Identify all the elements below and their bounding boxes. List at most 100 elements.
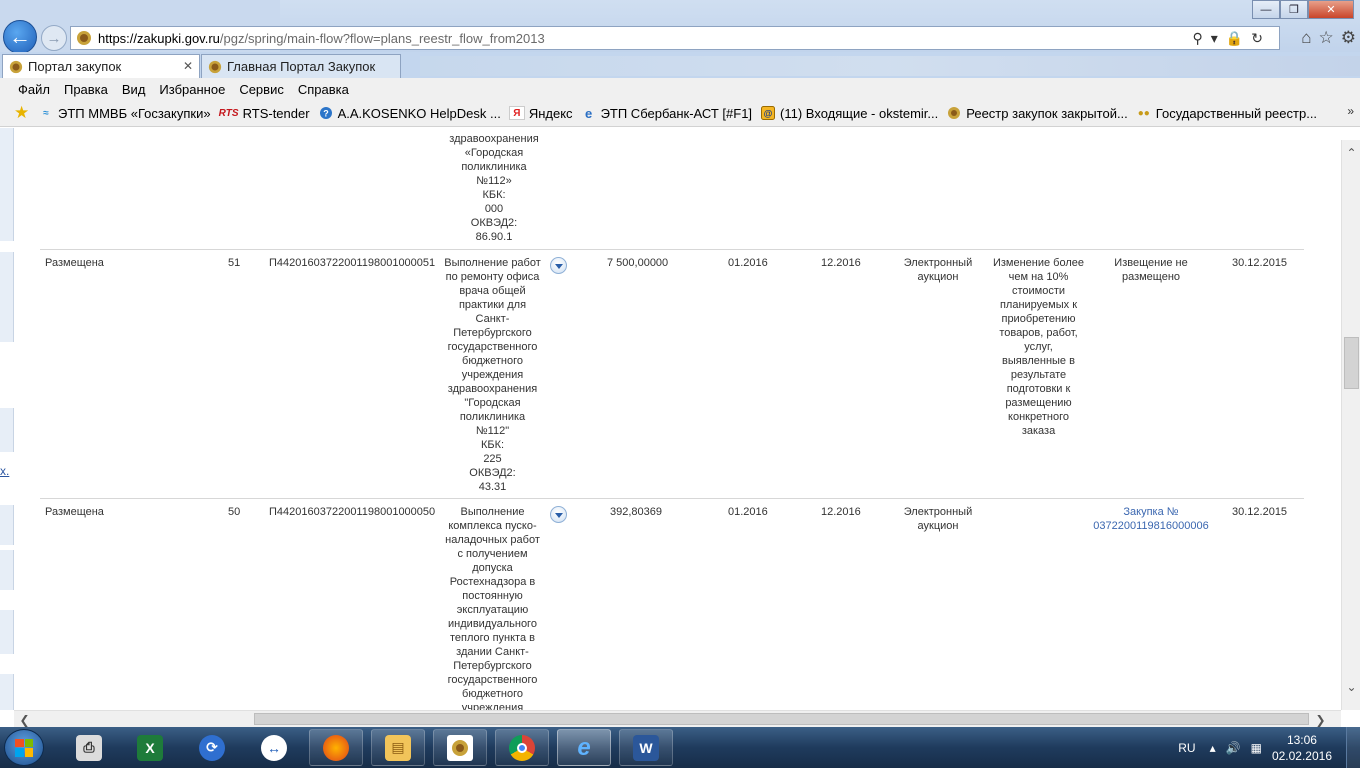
method-cell: Электронный аукцион [903, 257, 973, 283]
menu-view[interactable]: Вид [122, 82, 146, 97]
tab-label: Главная Портал Закупок [227, 59, 376, 74]
tab-bar: Портал закупок ✕ Главная Портал Закупок [0, 52, 1360, 78]
number-cell: 50 [228, 506, 241, 518]
chrome-icon [509, 734, 535, 761]
end-date-cell: 12.2016 [821, 506, 861, 518]
fav-mmvb[interactable]: ≈ ЭТП ММВБ «Госзакупки» [38, 106, 210, 121]
taskbar-word[interactable]: W [619, 729, 673, 766]
vertical-scroll-thumb[interactable] [1344, 337, 1359, 389]
number-cell: 51 [228, 257, 241, 269]
maximize-button[interactable]: ❐ [1280, 0, 1308, 19]
clock-time: 13:06 [1286, 732, 1317, 747]
expand-row-button[interactable] [550, 257, 567, 274]
taskbar-chrome[interactable] [495, 729, 549, 766]
favorites-star-icon[interactable]: ☆ [1319, 28, 1334, 48]
start-button[interactable] [4, 729, 44, 766]
dropdown-icon[interactable]: ▾ [1211, 30, 1218, 47]
menu-help[interactable]: Справка [298, 82, 349, 97]
ie-page-icon: e [584, 105, 593, 121]
taskbar-ie[interactable]: e [557, 729, 611, 766]
tray-arrow-icon[interactable]: ▴ [1210, 741, 1216, 755]
status-cell: Размещена [45, 257, 104, 269]
tab-label: Портал закупок [28, 59, 122, 74]
expand-row-button[interactable] [550, 506, 567, 523]
back-button[interactable]: ← [3, 20, 37, 54]
tab-glavnaya[interactable]: Главная Портал Закупок [201, 54, 401, 78]
show-desktop-button[interactable] [1346, 727, 1360, 768]
amount-cell: 392,80369 [610, 506, 662, 518]
plan-code-cell: П44201603722001198001000051 [269, 257, 436, 269]
close-window-button[interactable]: ✕ [1308, 0, 1354, 19]
start-date-cell: 01.2016 [728, 257, 768, 269]
windows-logo-icon [15, 738, 33, 757]
taskbar-teamviewer[interactable]: ↔ [247, 729, 301, 766]
network-icon[interactable]: ▦ [1251, 741, 1262, 755]
fav-yandex[interactable]: Я Яндекс [508, 106, 573, 121]
fav-sberbank-ast[interactable]: e ЭТП Сбербанк-АСТ [#F1] [581, 106, 752, 121]
taskbar-printer[interactable]: ⎙ [62, 729, 116, 766]
sidebar-segment [0, 128, 14, 241]
favorites-star-icon[interactable]: ★ [14, 104, 32, 122]
system-tray: RU ▴ 🔊 ▦ 13:06 02.02.2016 [1178, 727, 1360, 768]
chevron-down-icon [554, 513, 563, 518]
favorites-more-icon[interactable]: » [1347, 104, 1354, 118]
chevron-down-icon [554, 264, 563, 269]
windows-taskbar: ⎙ X ⟳ ↔ ▤ e W RU ▴ 🔊 ▦ 13:06 02.02.2016 [0, 727, 1360, 768]
excel-icon: X [137, 734, 163, 761]
fav-reestr-zakupok[interactable]: Реестр закупок закрытой... [946, 106, 1128, 121]
emblem-icon [946, 106, 962, 120]
scroll-left-icon[interactable]: ❮ [16, 711, 33, 728]
left-cut-link[interactable]: x. [0, 464, 9, 478]
home-icon[interactable]: ⌂ [1301, 28, 1311, 48]
scroll-right-icon[interactable]: ❯ [1312, 711, 1329, 728]
taskbar-firefox[interactable] [309, 729, 363, 766]
menu-edit[interactable]: Правка [64, 82, 108, 97]
plan-code-cell: П44201603722001198001000050 [269, 506, 436, 518]
gear-icon[interactable]: ⚙ [1341, 28, 1356, 48]
sidebar-segment [0, 674, 14, 710]
clock[interactable]: 13:06 02.02.2016 [1272, 732, 1332, 764]
menu-tools[interactable]: Сервис [239, 82, 284, 97]
fav-gos-reestr[interactable]: ●● Государственный реестр... [1136, 106, 1317, 121]
vertical-scrollbar[interactable]: ⌃ ⌄ [1341, 140, 1360, 710]
scroll-down-icon[interactable]: ⌄ [1342, 678, 1360, 695]
fav-mail[interactable]: @ (11) Входящие - okstemir... [760, 106, 938, 121]
publish-date-cell: 30.12.2015 [1232, 257, 1288, 269]
svg-text:@: @ [764, 109, 773, 119]
coins-icon: ●● [1137, 107, 1150, 119]
refresh-icon[interactable]: ↻ [1251, 30, 1263, 47]
scroll-up-icon[interactable]: ⌃ [1342, 144, 1360, 161]
volume-icon[interactable]: 🔊 [1226, 741, 1241, 755]
taskbar-excel[interactable]: X [123, 729, 177, 766]
folder-icon: ▤ [385, 734, 411, 761]
minimize-button[interactable]: — [1252, 0, 1280, 19]
lock-icon[interactable]: 🔒 [1226, 30, 1243, 47]
taskbar-app-blue[interactable]: ⟳ [185, 729, 239, 766]
address-tools: ⚲ ▾ 🔒 ↻ [1193, 30, 1263, 47]
tab-portal-zakupok[interactable]: Портал закупок ✕ [2, 54, 200, 78]
search-icon[interactable]: ⚲ [1193, 30, 1203, 47]
description-cell: Выполнение комплекса пуско-наладочных раб… [445, 506, 540, 710]
forward-button[interactable]: → [41, 25, 67, 51]
close-tab-icon[interactable]: ✕ [183, 59, 193, 73]
row-divider [40, 249, 1304, 250]
mmvb-icon: ≈ [43, 107, 49, 119]
menu-favorites[interactable]: Избранное [159, 82, 225, 97]
fav-helpdesk[interactable]: ? A.A.KOSENKO HelpDesk ... [318, 106, 501, 121]
ie-icon: e [577, 733, 591, 761]
address-bar[interactable]: https://zakupki.gov.ru/pgz/spring/main-f… [70, 26, 1280, 50]
language-indicator[interactable]: RU [1178, 741, 1195, 755]
menu-file[interactable]: Файл [18, 82, 50, 97]
yandex-icon: Я [508, 106, 525, 120]
firefox-icon [323, 734, 349, 761]
emblem-icon [208, 60, 222, 73]
horizontal-scroll-thumb[interactable] [254, 713, 1309, 725]
taskbar-emblem-app[interactable] [433, 729, 487, 766]
horizontal-scrollbar[interactable]: ❮ ❯ [14, 710, 1341, 727]
word-icon: W [633, 734, 659, 761]
taskbar-explorer[interactable]: ▤ [371, 729, 425, 766]
app-icon: ⟳ [199, 734, 225, 761]
purchase-link[interactable]: Закупка № 0372200119816000006 [1090, 505, 1212, 533]
fav-rts[interactable]: RTS RTS-tender [219, 106, 310, 121]
tab-bar-background [420, 56, 1360, 76]
